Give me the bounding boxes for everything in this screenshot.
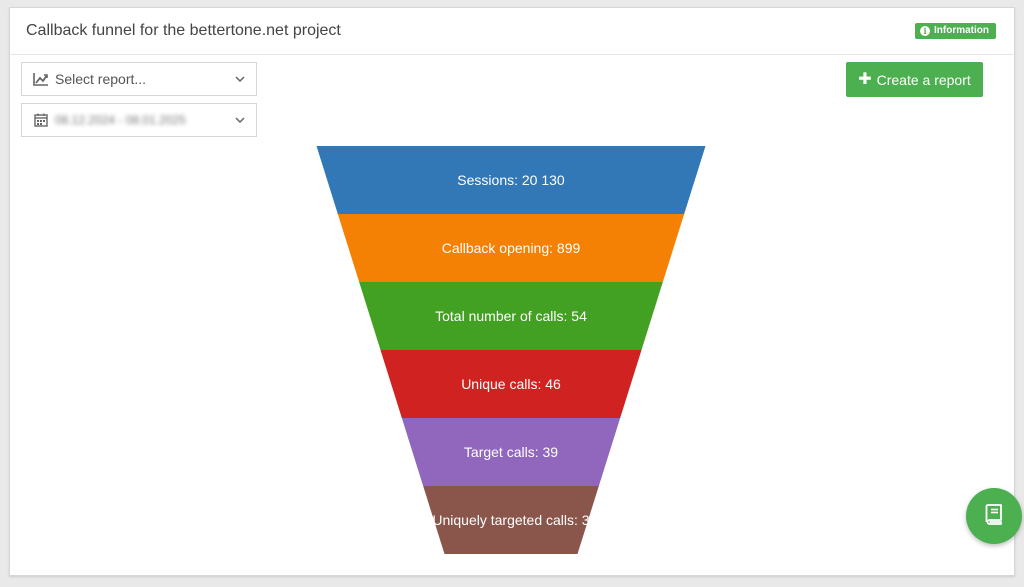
funnel-stage-sessions[interactable]	[316, 146, 706, 214]
date-range-value: 08.12.2024 - 08.01.2025	[55, 113, 186, 127]
line-chart-icon	[33, 71, 49, 87]
create-report-button[interactable]: ✚ Create a report	[846, 62, 983, 97]
panel-header: Callback funnel for the bettertone.net p…	[10, 8, 1014, 55]
information-label: Information	[934, 25, 989, 36]
chevron-down-icon	[233, 72, 247, 86]
calendar-icon	[33, 112, 49, 128]
funnel-stage-unique-calls[interactable]	[380, 350, 642, 418]
date-range-select[interactable]: 08.12.2024 - 08.01.2025	[21, 103, 257, 137]
create-report-label: Create a report	[876, 71, 971, 88]
book-icon	[982, 502, 1006, 531]
report-select-placeholder: Select report...	[55, 71, 147, 87]
information-badge[interactable]: i Information	[915, 23, 996, 39]
help-docs-button[interactable]	[966, 488, 1022, 544]
chevron-down-icon	[233, 113, 247, 127]
info-icon: i	[920, 26, 930, 36]
funnel-stage-target-calls[interactable]	[401, 418, 621, 486]
funnel-stage-uniquely-targeted-calls[interactable]	[423, 486, 599, 554]
report-select[interactable]: Select report...	[21, 62, 257, 96]
page-title: Callback funnel for the bettertone.net p…	[26, 22, 341, 39]
funnel-stage-callback-opening[interactable]	[337, 214, 685, 282]
funnel-stage-total-number-of-calls[interactable]	[359, 282, 663, 350]
plus-icon: ✚	[858, 70, 872, 88]
